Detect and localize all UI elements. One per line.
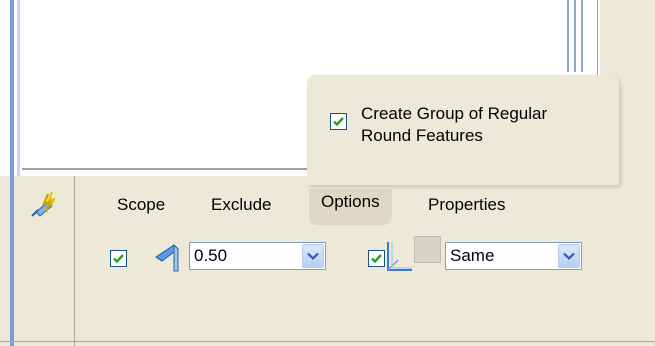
chevron-down-icon — [307, 252, 319, 260]
dashboard-divider — [74, 176, 75, 346]
scroll-guide-line — [567, 0, 569, 72]
window-left-border — [10, 0, 14, 176]
transition-value: Same — [450, 246, 495, 265]
create-group-label-line1: Create Group of Regular — [361, 104, 548, 123]
checkmark-icon — [333, 117, 344, 127]
dashboard-bottom-border — [0, 341, 655, 342]
create-group-label-line2: Round Features — [361, 126, 483, 145]
transition-color-swatch — [414, 236, 441, 263]
window-left-border-inner — [17, 0, 20, 176]
create-group-checkbox[interactable] — [330, 113, 347, 130]
tab-exclude[interactable]: Exclude — [211, 192, 271, 224]
radius-value: 0.50 — [194, 246, 228, 265]
transition-checkbox[interactable] — [368, 250, 385, 267]
chevron-down-icon — [563, 252, 575, 260]
options-panel: Create Group of Regular Round Features — [307, 75, 619, 185]
create-group-label: Create Group of Regular Round Features — [361, 103, 611, 147]
tab-properties[interactable]: Properties — [428, 192, 505, 224]
scroll-guide-line — [574, 0, 576, 72]
radius-combo[interactable]: 0.50 — [189, 242, 326, 270]
radius-dropdown-button[interactable] — [302, 244, 324, 268]
feature-dashboard: Scope Exclude Options Properties 0.50 Sa… — [0, 176, 655, 346]
checkmark-icon — [113, 254, 124, 264]
tab-options[interactable]: Options — [309, 189, 392, 225]
checkmark-icon — [371, 254, 382, 264]
transition-icon — [384, 240, 414, 279]
tab-scope[interactable]: Scope — [117, 192, 165, 224]
scroll-guide-line — [581, 0, 583, 72]
round-edge-icon — [152, 241, 186, 280]
radius-checkbox[interactable] — [110, 250, 127, 267]
transition-dropdown-button[interactable] — [558, 244, 580, 268]
transition-combo[interactable]: Same — [445, 242, 582, 270]
dashboard-left-border — [10, 176, 14, 346]
round-tool-icon[interactable] — [28, 190, 64, 225]
